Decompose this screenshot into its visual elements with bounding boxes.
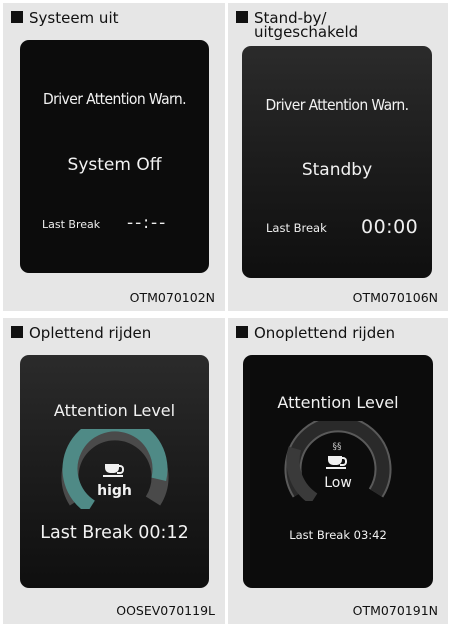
- display-screen: Driver Attention Warn. Standby Last Brea…: [242, 46, 432, 278]
- panel-standby: Stand-by/ uitgeschakeld Driver Attention…: [228, 3, 448, 311]
- display-screen: Attention Level high Last Break 00:12: [20, 355, 209, 588]
- coffee-cup-icon: [103, 462, 127, 478]
- panel-title-text: Onoplettend rijden: [254, 324, 395, 342]
- panel-title: Stand-by/ uitgeschakeld: [236, 11, 442, 41]
- steam-icon: §§: [332, 442, 342, 452]
- panel-attentive-driving: Oplettend rijden Attention Level high La…: [3, 318, 225, 624]
- last-break-value: 00:00: [361, 216, 419, 238]
- attention-level-heading: Attention Level: [53, 401, 176, 420]
- panel-title: Systeem uit: [11, 11, 219, 26]
- square-bullet-icon: [236, 326, 248, 338]
- panel-title-text-line2: uitgeschakeld: [254, 23, 359, 41]
- last-break-text: Last Break 00:12: [40, 523, 189, 543]
- last-break-label: Last Break: [42, 218, 101, 231]
- attention-level-value: high: [97, 483, 132, 499]
- square-bullet-icon: [11, 11, 23, 23]
- panel-title: Oplettend rijden: [11, 326, 219, 341]
- screen-line-1: Driver Attention Warn.: [43, 90, 187, 108]
- image-code: OTM070191N: [352, 603, 438, 618]
- image-code: OOSEV070119L: [116, 603, 215, 618]
- panel-title-text: Systeem uit: [29, 9, 119, 27]
- panel-title-text: Oplettend rijden: [29, 324, 152, 342]
- screen-line-2: Standby: [301, 160, 373, 180]
- last-break-text: Last Break 03:42: [289, 528, 387, 542]
- image-code: OTM070102N: [129, 290, 215, 305]
- attention-level-value: Low: [324, 475, 352, 491]
- screen-line-1: Driver Attention Warn.: [265, 96, 410, 114]
- last-break-value: --:--: [127, 213, 168, 233]
- screen-line-2: System Off: [67, 155, 162, 175]
- attention-level-heading: Attention Level: [277, 393, 399, 412]
- coffee-cup-icon: [326, 454, 350, 470]
- image-code: OTM070106N: [352, 290, 438, 305]
- panel-inattentive-driving: Onoplettend rijden Attention Level §§ Lo…: [228, 318, 448, 624]
- panel-title: Onoplettend rijden: [236, 326, 442, 341]
- square-bullet-icon: [11, 326, 23, 338]
- display-screen: Driver Attention Warn. System Off Last B…: [20, 40, 209, 273]
- last-break-label: Last Break: [266, 221, 327, 235]
- panel-system-off: Systeem uit Driver Attention Warn. Syste…: [3, 3, 225, 311]
- square-bullet-icon: [236, 11, 248, 23]
- display-screen: Attention Level §§ Low Last Break 03:42: [243, 355, 433, 588]
